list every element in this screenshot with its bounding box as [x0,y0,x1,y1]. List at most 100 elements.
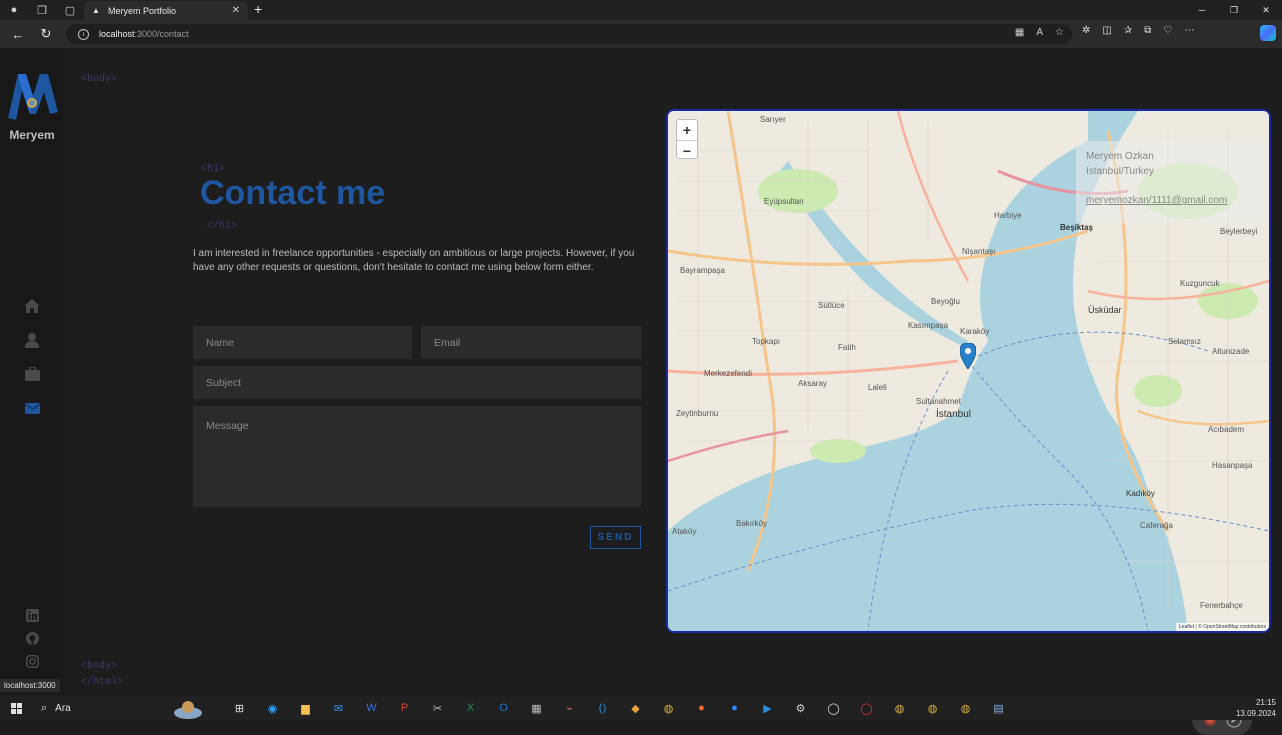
settings-icon[interactable]: ⚙ [784,696,817,720]
zoom-icon[interactable]: ● [718,696,751,720]
profile-icon[interactable]: ● [0,0,28,20]
edge-icon[interactable]: ◉ [256,696,289,720]
vscode-icon[interactable]: ⟨⟩ [586,696,619,720]
split-screen-icon[interactable]: ◫ [1102,25,1111,36]
map-label: Sultanahmet [916,397,961,406]
info-email-link[interactable]: meryemozkan/1111@gmail.com [1086,195,1227,206]
more-menu-icon[interactable]: ⋯ [1184,25,1194,36]
clock-date: 13.09.2024 [1235,709,1276,718]
snipping-tool-icon[interactable]: ✂ [421,696,454,720]
linkedin-icon[interactable] [24,607,40,623]
github-icon[interactable] [24,630,40,646]
workspaces-icon[interactable]: ❐ [28,0,56,20]
map-label: Fatih [838,343,856,352]
mail-icon[interactable]: ✉ [322,696,355,720]
notepad-icon[interactable]: ▤ [982,696,1015,720]
tab-actions-icon[interactable]: ▢ [56,0,84,20]
map-label: Harbiye [994,211,1022,220]
map-label: Topkapı [752,337,781,346]
chrome-profile-3-icon[interactable]: ◍ [949,696,982,720]
favorite-star-icon[interactable]: ☆ [1055,27,1064,38]
url-host: localhost [99,29,135,39]
search-highlight-icon[interactable] [153,696,223,720]
map-attribution[interactable]: Leaflet | © OpenStreetMap contributors [1176,623,1269,631]
app-available-icon[interactable]: ▦ [1015,27,1024,38]
briefcase-icon[interactable] [22,365,42,383]
collections-icon[interactable]: ⧉ [1144,25,1151,36]
zoom-in-button[interactable]: + [677,120,697,140]
zoom-out-button[interactable]: − [677,140,697,160]
new-tab-button[interactable]: + [254,1,262,17]
map-label: Eyüpsultan [764,197,804,206]
opera-icon[interactable]: ◯ [850,696,883,720]
message-textarea[interactable]: Message [193,406,641,507]
player-icon[interactable]: ▶ [751,696,784,720]
calculator-icon[interactable]: ▦ [520,696,553,720]
send-button[interactable]: SEND [590,526,641,549]
map-label: Zeytinburnu [676,409,719,418]
postman-icon[interactable]: ● [685,696,718,720]
map-marker-icon[interactable] [960,343,976,369]
outlook-icon[interactable]: O [487,696,520,720]
tab-title: Meryem Portfolio [108,5,177,16]
map-label: Bayrampaşa [680,266,725,275]
name-input[interactable]: Name [193,326,412,359]
excel-icon[interactable]: X [454,696,487,720]
map-label: Beyoğlu [931,297,960,306]
browser-tab[interactable]: ▲ Meryem Portfolio ✕ [84,1,248,20]
task-view-icon[interactable]: ⊞ [223,696,256,720]
sidebar: Meryem [0,48,64,694]
copilot-icon[interactable] [1260,25,1276,41]
map-label: Acıbadem [1208,425,1245,434]
address-toolbar: ← ↻ i localhost:3000/contact ▦ A ☆ ✲ ◫ ✰… [0,20,1282,48]
start-icon[interactable] [0,696,33,720]
subject-input[interactable]: Subject [193,366,641,399]
address-bar[interactable]: i localhost:3000/contact ▦ A ☆ [66,24,1072,44]
browser-essentials-icon[interactable]: ♡ [1163,25,1172,36]
map-label: Hasanpaşa [1212,461,1253,470]
powerpoint-icon[interactable]: P [388,696,421,720]
chrome-icon[interactable]: ◍ [652,696,685,720]
chrome-profile-2-icon[interactable]: ◍ [916,696,949,720]
read-aloud-icon[interactable]: A [1036,27,1043,38]
close-tab-icon[interactable]: ✕ [232,5,240,16]
system-clock[interactable]: 21:15 13.09.2024 [1236,696,1276,719]
close-window-icon[interactable]: ✕ [1250,0,1282,20]
instagram-icon[interactable] [24,653,40,669]
user-icon[interactable] [22,331,42,349]
envelope-icon[interactable] [22,399,42,417]
favorites-icon[interactable]: ✰ [1124,25,1132,36]
info-city: Istanbul/Turkey [1086,166,1154,177]
taskbar-search[interactable]: ⌕ Ara [33,696,153,720]
tab-favicon-icon: ▲ [92,5,100,15]
map-label: Nişantaşı [962,247,996,256]
map-label: Bakırköy [736,519,768,528]
site-info-icon[interactable]: i [78,28,89,40]
word-icon[interactable]: W [355,696,388,720]
map-label: Selamsız [1168,337,1201,346]
sourcetree-icon[interactable]: ◆ [619,696,652,720]
map-label: Fenerbahçe [1200,601,1243,610]
map-label: Üsküdar [1088,305,1122,315]
whatsapp-icon[interactable]: ◯ [817,696,850,720]
taskbar-search-label: Ara [55,702,71,714]
browser-toolbar-icons: ✲ ◫ ✰ ⧉ ♡ ⋯ [1082,25,1194,36]
map-label: Altunizade [1212,347,1250,356]
back-icon[interactable]: ← [8,25,28,43]
map-label: Sütlüce [818,301,845,310]
restore-icon[interactable]: ❐ [1218,0,1250,20]
git-icon[interactable]: ⌁ [553,696,586,720]
home-icon[interactable] [22,297,42,315]
map-label: Kasımpaşa [908,321,949,330]
address-bar-actions: ▦ A ☆ [1015,27,1064,38]
logo-icon[interactable] [4,66,62,124]
email-input[interactable]: Email [421,326,641,359]
map-label: Kuzguncuk [1180,279,1220,288]
extensions-icon[interactable]: ✲ [1082,25,1090,36]
file-explorer-icon[interactable]: ▆ [289,696,322,720]
chrome-profile-icon[interactable]: ◍ [883,696,916,720]
minimize-icon[interactable]: ─ [1186,0,1218,20]
location-map[interactable]: Sarıyer Sütlüce Eyüpsultan Beşiktaş Beyo… [668,111,1269,631]
refresh-icon[interactable]: ↻ [36,25,56,43]
map-label: Laleli [868,383,887,392]
